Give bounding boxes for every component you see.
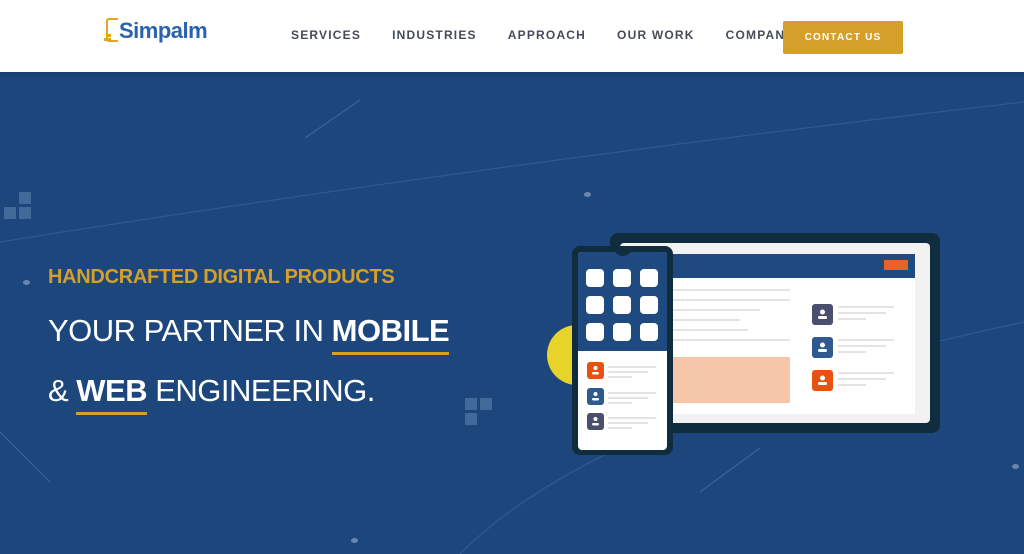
nav-item-services[interactable]: SERVICES [291, 28, 361, 42]
main-nav: SERVICES INDUSTRIES APPROACH OUR WORK CO… [291, 28, 826, 42]
app-tile-icon [586, 323, 604, 341]
app-grid [586, 269, 658, 341]
app-tile-icon [640, 296, 658, 314]
user-avatar-icon [587, 413, 604, 430]
nav-item-industries[interactable]: INDUSTRIES [392, 28, 477, 42]
logo[interactable]: Simpalm [104, 16, 208, 46]
nav-item-approach[interactable]: APPROACH [508, 28, 586, 42]
user-avatar-icon [587, 388, 604, 405]
app-tile-icon [586, 296, 604, 314]
app-tile-icon [613, 323, 631, 341]
app-tile-icon [613, 269, 631, 287]
devices-illustration [547, 233, 940, 455]
web-image-placeholder [670, 357, 790, 403]
app-tile-icon [613, 296, 631, 314]
app-tile-icon [586, 269, 604, 287]
logo-text: Simpalm [119, 18, 208, 43]
user-avatar-icon [587, 362, 604, 379]
site-header: Simpalm SERVICES INDUSTRIES APPROACH OUR… [0, 0, 1024, 72]
logo-mark-icon [104, 18, 118, 44]
app-tile-icon [640, 323, 658, 341]
app-tile-icon [640, 269, 658, 287]
contact-us-button[interactable]: CONTACT US [783, 21, 903, 54]
web-header-button [884, 260, 908, 270]
nav-item-our-work[interactable]: OUR WORK [617, 28, 695, 42]
